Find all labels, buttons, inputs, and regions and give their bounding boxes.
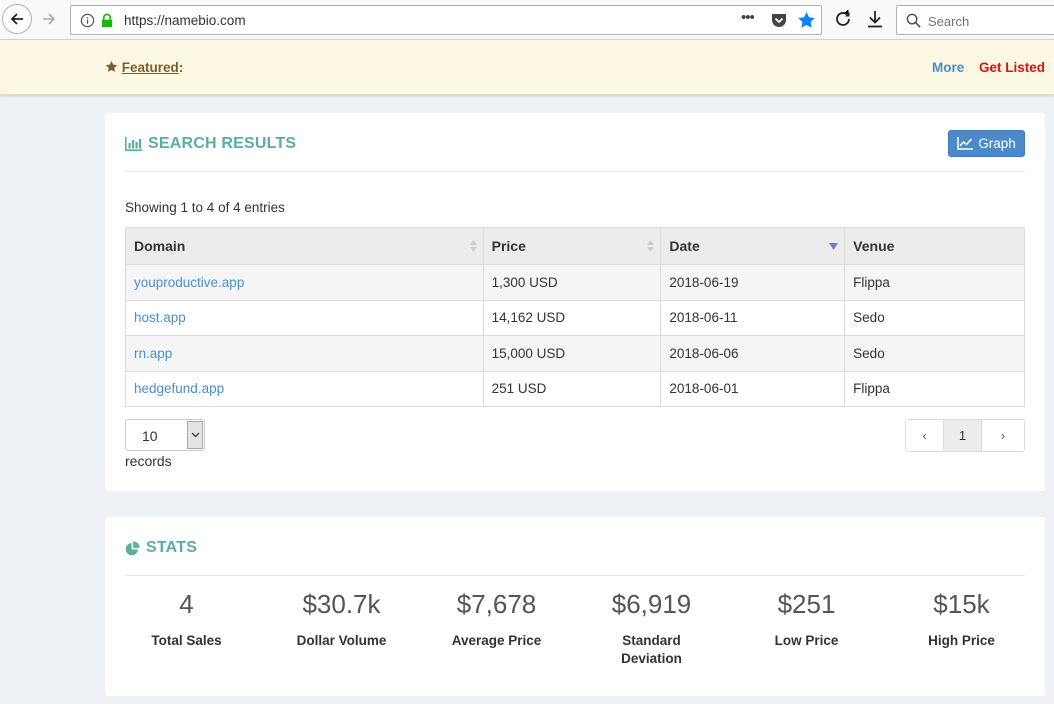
featured-banner: Featured: More Get Listed [0, 40, 1054, 95]
pocket-icon[interactable] [771, 13, 787, 28]
price-cell: 251 USD [482, 370, 662, 407]
back-button[interactable] [2, 4, 32, 34]
stat-label: High Price [928, 633, 995, 648]
line-chart-icon [957, 137, 974, 150]
stat-label: Dollar Volume [296, 633, 387, 648]
column-header-domain[interactable]: Domain [125, 227, 484, 265]
stat-value: 4 [179, 589, 194, 619]
get-listed-link[interactable]: Get Listed [979, 60, 1045, 75]
arrow-right-icon [43, 13, 56, 25]
table-row: youproductive.app 1,300 USD 2018-06-19 F… [125, 264, 1025, 301]
search-placeholder: Search [928, 14, 970, 29]
date-cell: 2018-06-11 [660, 299, 846, 336]
table-row: rn.app 15,000 USD 2018-06-06 Sedo [125, 335, 1025, 372]
star-icon [105, 60, 118, 72]
venue-cell: Flippa [844, 264, 1025, 301]
page-actions-icon[interactable]: ••• [741, 9, 755, 26]
lock-icon[interactable] [100, 13, 114, 28]
forward-button[interactable] [34, 4, 64, 34]
column-header-venue[interactable]: Venue [844, 227, 1025, 265]
page-length-dropdown-button[interactable] [187, 421, 203, 449]
page-length-select[interactable]: 10 [125, 419, 205, 451]
domain-cell[interactable]: hedgefund.app [125, 370, 484, 407]
domain-link[interactable]: host.app [134, 310, 186, 325]
pie-chart-icon [125, 540, 140, 555]
stats-panel: STATS 4 Total Sales $30.7k Dollar Volume… [105, 517, 1045, 696]
table-row: hedgefund.app 251 USD 2018-06-01 Flippa [125, 370, 1025, 407]
domain-cell[interactable]: rn.app [125, 335, 484, 372]
graph-button-label: Graph [978, 136, 1016, 151]
chevron-down-icon [191, 432, 199, 438]
sort-both-icon [647, 240, 655, 252]
records-label: records [125, 453, 172, 469]
search-results-title: SEARCH RESULTS [148, 135, 297, 152]
date-cell: 2018-06-01 [660, 370, 846, 407]
venue-cell: Flippa [844, 370, 1025, 407]
venue-cell: Sedo [844, 299, 1025, 336]
stat-label: Average Price [451, 633, 542, 648]
divider [125, 575, 1025, 576]
stat-label: Low Price [774, 633, 839, 648]
date-cell: 2018-06-06 [660, 335, 846, 372]
more-link[interactable]: More [932, 60, 964, 75]
stat-standard-deviation: $6,919 Standard Deviation [574, 591, 729, 668]
stat-label: Total Sales [151, 633, 222, 648]
stat-value: $7,678 [456, 589, 537, 619]
featured-colon: : [178, 60, 184, 75]
search-results-heading: SEARCH RESULTS [125, 135, 296, 153]
featured-label: Featured: [105, 60, 183, 75]
sort-desc-icon [829, 243, 839, 250]
reload-icon[interactable] [834, 10, 852, 28]
stat-value: $30.7k [302, 589, 381, 619]
table-row: host.app 14,162 USD 2018-06-11 Sedo [125, 299, 1025, 336]
sort-both-icon [469, 240, 477, 252]
page-1-button[interactable]: 1 [944, 420, 982, 451]
price-cell: 15,000 USD [482, 335, 662, 372]
divider [125, 171, 1025, 172]
stat-value: $6,919 [611, 589, 692, 619]
search-bar[interactable]: Search [896, 5, 1054, 35]
column-header-date[interactable]: Date [660, 227, 846, 265]
domain-link[interactable]: youproductive.app [134, 275, 244, 290]
venue-cell: Sedo [844, 335, 1025, 372]
stat-average-price: $7,678 Average Price [419, 591, 574, 650]
page-length-value: 10 [142, 428, 158, 444]
stat-high-price: $15k High Price [884, 591, 1039, 650]
domain-cell[interactable]: host.app [125, 299, 484, 336]
entries-info: Showing 1 to 4 of 4 entries [125, 200, 285, 215]
price-cell: 1,300 USD [482, 264, 662, 301]
date-cell: 2018-06-19 [660, 264, 846, 301]
next-page-button[interactable]: › [982, 420, 1024, 451]
previous-page-button[interactable]: ‹ [906, 420, 944, 451]
pagination: ‹ 1 › [905, 419, 1025, 452]
table-header-row: Domain Price Date Venue [125, 227, 1025, 265]
stat-value: $251 [777, 589, 836, 619]
domain-link[interactable]: rn.app [134, 346, 172, 361]
domain-link[interactable]: hedgefund.app [134, 381, 224, 396]
url-text[interactable]: https://namebio.com [124, 13, 246, 28]
stats-title: STATS [146, 539, 198, 556]
stat-total-sales: 4 Total Sales [109, 591, 264, 650]
results-table: Domain Price Date Venue youproductive.ap… [125, 227, 1025, 407]
stat-low-price: $251 Low Price [729, 591, 884, 650]
search-results-panel: SEARCH RESULTS Graph Showing 1 to 4 of 4… [105, 113, 1045, 491]
featured-link[interactable]: Featured [122, 60, 179, 75]
arrow-left-icon [10, 13, 23, 25]
info-icon[interactable] [80, 13, 95, 28]
stats-heading: STATS [125, 539, 197, 557]
price-cell: 14,162 USD [482, 299, 662, 336]
column-header-price[interactable]: Price [482, 227, 662, 265]
search-icon [906, 13, 921, 28]
stat-label: Standard Deviation [621, 633, 682, 666]
stat-dollar-volume: $30.7k Dollar Volume [264, 591, 419, 650]
graph-button[interactable]: Graph [948, 130, 1025, 157]
bookmark-star-icon[interactable] [797, 11, 816, 29]
stat-value: $15k [933, 589, 990, 619]
url-bar[interactable]: https://namebio.com ••• [70, 5, 822, 35]
browser-toolbar: https://namebio.com ••• Search [0, 0, 1054, 40]
download-icon[interactable] [866, 10, 884, 28]
domain-cell[interactable]: youproductive.app [125, 264, 484, 301]
bar-chart-icon [125, 137, 142, 151]
